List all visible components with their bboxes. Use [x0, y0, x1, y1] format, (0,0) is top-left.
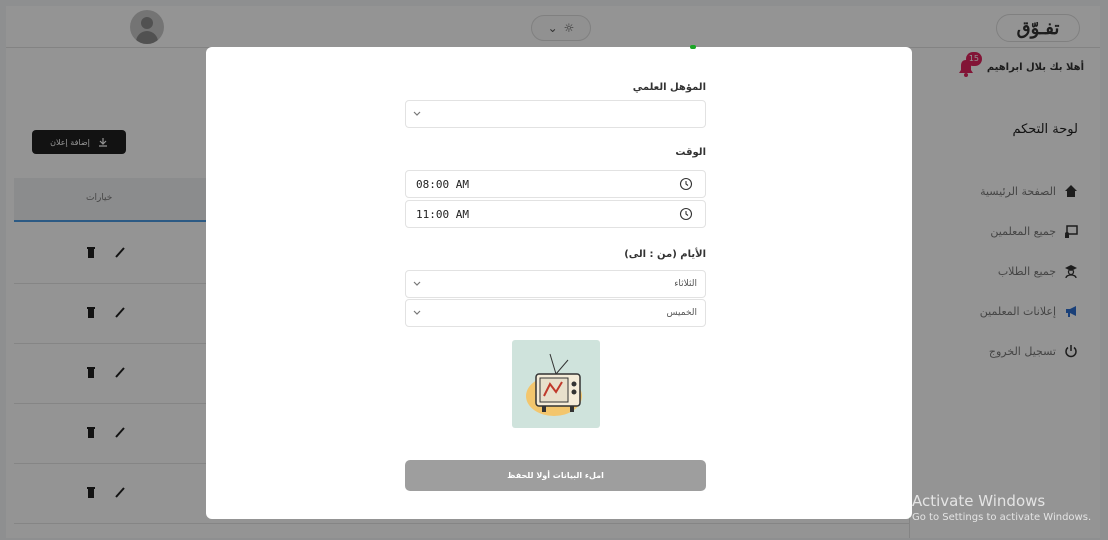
time-to-input[interactable]: 11:00 AM	[405, 200, 706, 228]
time-label: الوقت	[675, 147, 706, 158]
chevron-down-icon	[413, 111, 421, 116]
day-to-select[interactable]: الخميس	[405, 299, 706, 327]
save-button[interactable]: املء البيانات أولا للحفظ	[405, 460, 706, 491]
chevron-down-icon	[413, 310, 421, 315]
tv-illustration-image[interactable]	[512, 340, 600, 428]
watermark-title: Activate Windows	[912, 492, 1046, 510]
qualification-select[interactable]	[405, 100, 706, 128]
time-to-value: 11:00 AM	[416, 208, 469, 221]
scroll-indicator	[690, 45, 696, 49]
day-from-select[interactable]: الثلاثاء	[405, 270, 706, 298]
tv-icon	[526, 353, 582, 416]
watermark-subtitle: Go to Settings to activate Windows.	[912, 512, 1092, 523]
time-from-input[interactable]: 08:00 AM	[405, 170, 706, 198]
day-to-value: الخميس	[666, 308, 697, 318]
time-from-value: 08:00 AM	[416, 178, 469, 191]
windows-activation-watermark: Activate Windows Go to Settings to activ…	[912, 492, 1091, 523]
days-label: الأيام (من : الى)	[624, 249, 706, 260]
clock-icon[interactable]	[679, 207, 693, 221]
clock-icon[interactable]	[679, 177, 693, 191]
qualification-label: المؤهل العلمي	[632, 82, 706, 93]
add-ad-modal: المؤهل العلمي الوقت 08:00 AM 11:00 AM ال…	[206, 45, 912, 519]
chevron-down-icon	[413, 281, 421, 286]
day-from-value: الثلاثاء	[674, 279, 697, 289]
